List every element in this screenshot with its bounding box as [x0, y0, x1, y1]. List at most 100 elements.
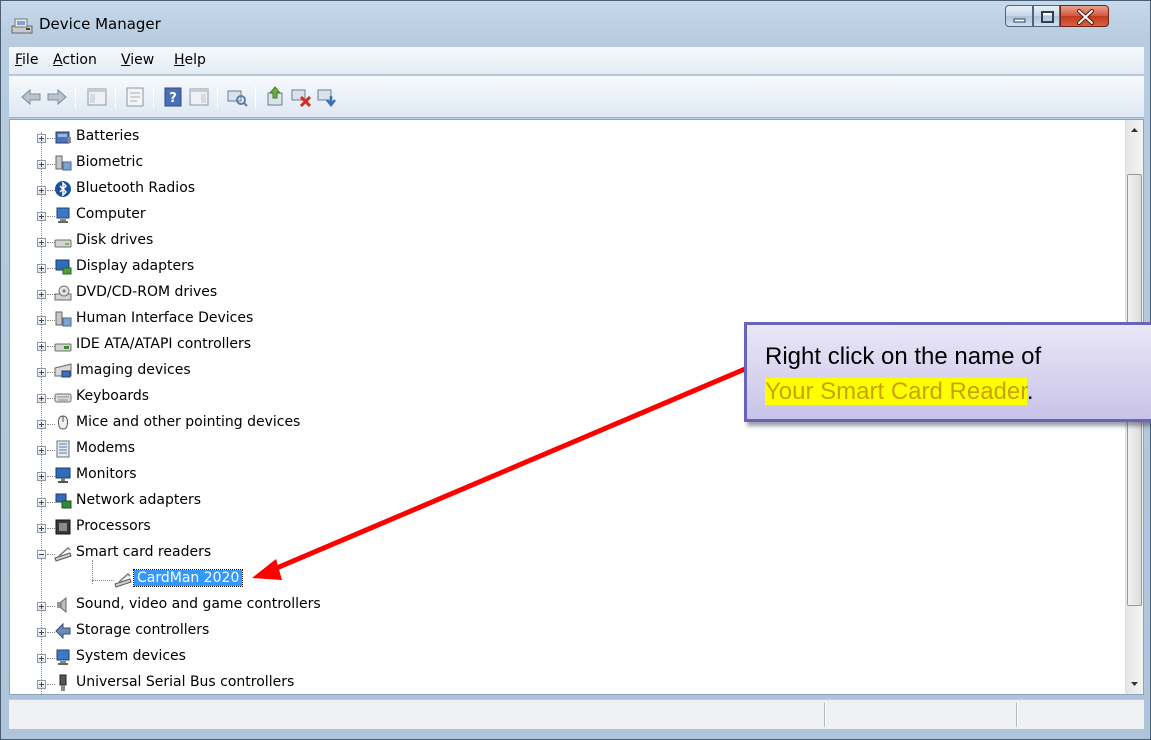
tree-category-item[interactable]: Bluetooth Radios [10, 176, 1110, 202]
tree-item-label[interactable]: Batteries [76, 128, 139, 144]
smart-card-reader-icon [114, 572, 132, 588]
tree-category-item[interactable]: Computer [10, 202, 1110, 228]
tree-child-item[interactable]: CardMan 2020 [10, 566, 1110, 592]
callout-text-line2: Your Smart Card Reader. [765, 378, 1034, 406]
back-icon[interactable] [19, 85, 43, 109]
expand-icon[interactable] [37, 394, 46, 403]
smart-card-reader-icon [54, 546, 72, 562]
expand-icon[interactable] [37, 472, 46, 481]
expand-icon[interactable] [37, 134, 46, 143]
network-adapter-icon [55, 493, 72, 509]
callout-suffix: . [1026, 378, 1034, 405]
scan-hardware-icon[interactable] [225, 85, 249, 109]
tree-item-label[interactable]: Processors [76, 518, 151, 534]
tree-category-item[interactable]: Storage controllers [10, 618, 1110, 644]
expand-icon[interactable] [37, 446, 46, 455]
menu-view[interactable]: View [121, 52, 154, 68]
biometric-icon [55, 155, 72, 171]
tree-category-item[interactable]: Sound, video and game controllers [10, 592, 1110, 618]
tree-item-label[interactable]: Biometric [76, 154, 143, 170]
tree-item-label[interactable]: CardMan 2020 [132, 569, 244, 587]
expand-icon[interactable] [37, 160, 46, 169]
toolbar-separator [75, 86, 76, 108]
expand-icon[interactable] [37, 316, 46, 325]
collapse-icon[interactable] [37, 550, 46, 559]
tree-item-label[interactable]: Storage controllers [76, 622, 209, 638]
expand-icon[interactable] [37, 238, 46, 247]
modem-icon [56, 440, 70, 458]
mouse-icon [58, 415, 68, 430]
maximize-icon [1041, 11, 1054, 23]
tree-category-item[interactable]: Batteries [10, 124, 1110, 150]
menu-action[interactable]: Action [53, 52, 97, 68]
device-manager-icon [11, 18, 33, 34]
expand-icon[interactable] [37, 524, 46, 533]
close-button[interactable] [1060, 5, 1109, 27]
tree-item-label[interactable]: Smart card readers [76, 544, 211, 560]
processor-icon [55, 519, 71, 535]
tree-item-label[interactable]: System devices [76, 648, 186, 664]
properties-icon[interactable] [123, 85, 147, 109]
expand-icon[interactable] [37, 212, 46, 221]
tree-item-label[interactable]: Disk drives [76, 232, 153, 248]
tree-category-item[interactable]: Network adapters [10, 488, 1110, 514]
tree-item-label[interactable]: Computer [76, 206, 146, 222]
action-pane-icon[interactable] [187, 85, 211, 109]
expand-icon[interactable] [37, 290, 46, 299]
menu-file[interactable]: File [15, 52, 38, 68]
tree-category-item[interactable]: Modems [10, 436, 1110, 462]
tree-item-label[interactable]: Display adapters [76, 258, 194, 274]
expand-icon[interactable] [37, 602, 46, 611]
tree-item-label[interactable]: Network adapters [76, 492, 201, 508]
show-hide-console-tree-icon[interactable] [85, 85, 109, 109]
tree-item-label[interactable]: Imaging devices [76, 362, 191, 378]
tree-category-item[interactable]: Display adapters [10, 254, 1110, 280]
tree-category-item[interactable]: System devices [10, 644, 1110, 670]
callout-highlighted-text: Your Smart Card Reader [765, 378, 1027, 405]
title-bar[interactable]: Device Manager [1, 1, 1150, 47]
scroll-up-arrow-icon[interactable] [1126, 122, 1143, 139]
expand-icon[interactable] [37, 368, 46, 377]
help-icon[interactable]: ? [161, 85, 185, 109]
expand-icon[interactable] [37, 498, 46, 507]
expand-icon[interactable] [37, 342, 46, 351]
forward-icon[interactable] [45, 85, 69, 109]
menu-help[interactable]: Help [174, 52, 206, 68]
scroll-down-arrow-icon[interactable] [1126, 675, 1143, 692]
tree-item-label[interactable]: Sound, video and game controllers [76, 596, 321, 612]
svg-text:?: ? [169, 91, 177, 106]
tree-item-label[interactable]: Human Interface Devices [76, 310, 253, 326]
expand-icon[interactable] [37, 420, 46, 429]
tree-category-item[interactable]: Disk drives [10, 228, 1110, 254]
expand-icon[interactable] [37, 264, 46, 273]
tree-item-label[interactable]: IDE ATA/ATAPI controllers [76, 336, 251, 352]
display-adapter-icon [55, 259, 72, 275]
tree-category-item[interactable]: Smart card readers [10, 540, 1110, 566]
tree-item-label[interactable]: Monitors [76, 466, 137, 482]
tree-item-label[interactable]: Modems [76, 440, 135, 456]
tree-category-item[interactable]: DVD/CD-ROM drives [10, 280, 1110, 306]
tree-category-item[interactable]: Biometric [10, 150, 1110, 176]
tree-item-label[interactable]: Bluetooth Radios [76, 180, 195, 196]
uninstall-device-icon[interactable] [315, 85, 339, 109]
maximize-button[interactable] [1033, 5, 1060, 27]
tree-item-label[interactable]: Keyboards [76, 388, 149, 404]
tree-category-item[interactable]: Universal Serial Bus controllers [10, 670, 1110, 694]
tree-item-label[interactable]: Mice and other pointing devices [76, 414, 300, 430]
disable-device-icon[interactable] [289, 85, 313, 109]
minimize-button[interactable] [1005, 5, 1033, 27]
tree-item-label[interactable]: Universal Serial Bus controllers [76, 674, 294, 690]
expand-icon[interactable] [37, 654, 46, 663]
expand-icon[interactable] [37, 628, 46, 637]
update-driver-icon[interactable] [263, 85, 287, 109]
expand-icon[interactable] [37, 186, 46, 195]
expand-icon[interactable] [37, 680, 46, 689]
tree-category-item[interactable]: Monitors [10, 462, 1110, 488]
tree-category-item[interactable]: Processors [10, 514, 1110, 540]
menu-view-label: iew [130, 52, 155, 68]
callout-text-line1: Right click on the name of [765, 343, 1042, 370]
monitor-icon [55, 467, 71, 483]
toolbar-separator [115, 86, 116, 108]
menu-file-label: ile [22, 52, 39, 68]
tree-item-label[interactable]: DVD/CD-ROM drives [76, 284, 217, 300]
